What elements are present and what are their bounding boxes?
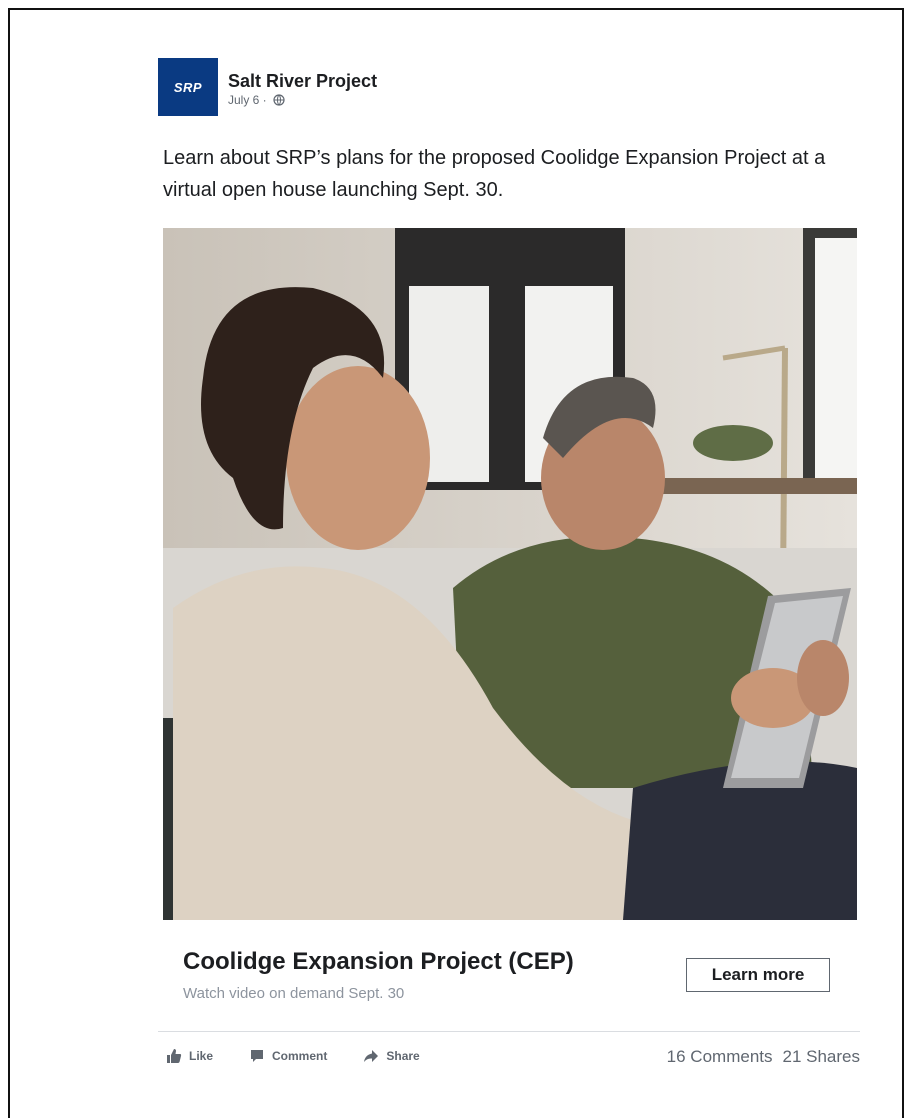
- like-button[interactable]: Like: [166, 1048, 213, 1064]
- share-button[interactable]: Share: [363, 1048, 420, 1064]
- post-message: Learn about SRP’s plans for the proposed…: [163, 147, 826, 201]
- engagement-counts: 16 Comments 21 Shares: [667, 1047, 860, 1067]
- facebook-post: SRP Salt River Project July 6 · Learn ab…: [158, 56, 860, 1066]
- post-meta: July 6 ·: [228, 93, 285, 107]
- page-name-link[interactable]: Salt River Project: [228, 71, 377, 92]
- comment-icon: [251, 1050, 264, 1062]
- srp-logo-text: SRP: [173, 79, 203, 95]
- page-frame: SRP Salt River Project July 6 · Learn ab…: [8, 8, 904, 1118]
- post-actions: Like Comment Share: [166, 1048, 420, 1064]
- learn-more-button[interactable]: Learn more: [686, 958, 830, 992]
- post-header: SRP Salt River Project July 6 ·: [158, 56, 860, 120]
- post-photo[interactable]: [163, 228, 857, 920]
- globe-icon: [273, 94, 285, 106]
- like-label: Like: [189, 1049, 214, 1063]
- comment-button[interactable]: Comment: [249, 1048, 327, 1064]
- thumbs-up-icon: [167, 1049, 182, 1063]
- page-avatar[interactable]: SRP: [158, 58, 218, 116]
- share-icon: [364, 1050, 379, 1062]
- link-title[interactable]: Coolidge Expansion Project (CEP): [183, 948, 574, 976]
- link-subtitle: Watch video on demand Sept. 30: [183, 985, 405, 1002]
- divider: [158, 1031, 860, 1032]
- share-label: Share: [386, 1049, 420, 1063]
- comment-label: Comment: [272, 1049, 328, 1063]
- shares-count[interactable]: 21 Shares: [783, 1047, 861, 1067]
- photo-couple-with-tablet: [163, 228, 857, 920]
- comments-count[interactable]: 16 Comments: [667, 1047, 773, 1067]
- post-date[interactable]: July 6 ·: [228, 93, 267, 107]
